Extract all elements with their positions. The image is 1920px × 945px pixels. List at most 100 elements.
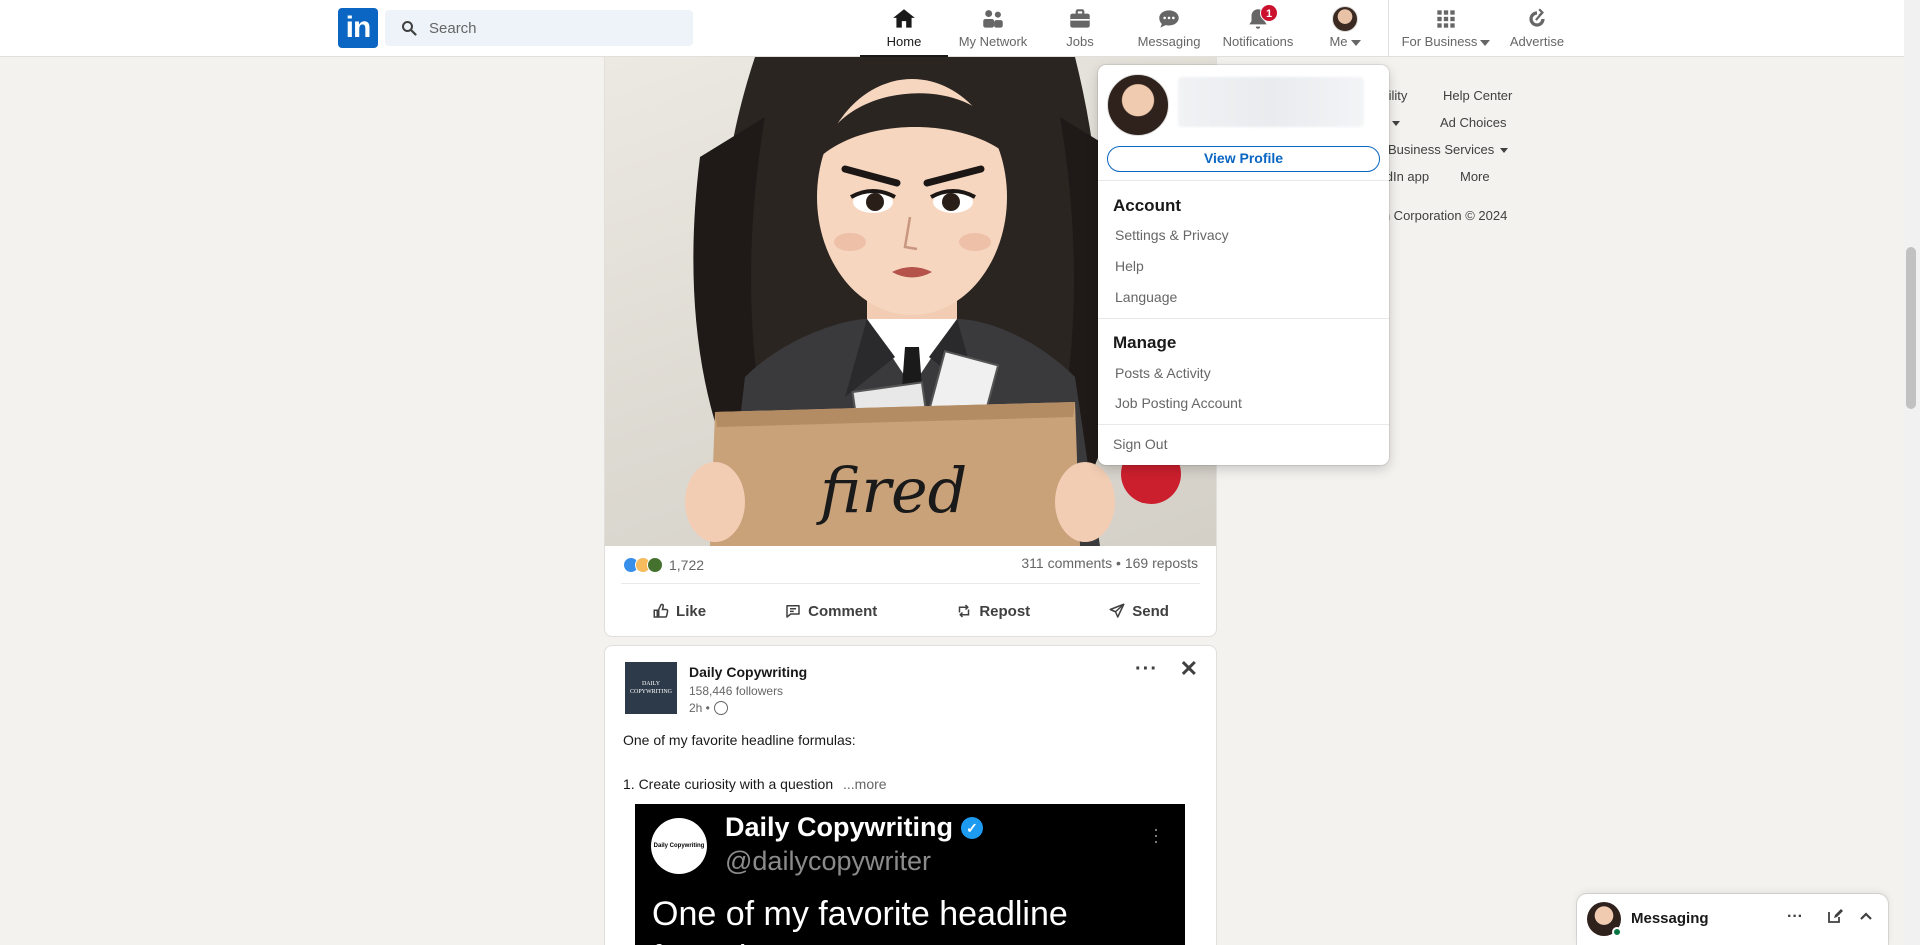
feed-post-card: DAILY COPYWRITING Daily Copywriting 158,… <box>604 645 1217 945</box>
nav-notifications-label: Notifications <box>1222 34 1294 49</box>
post-timestamp: 2h • <box>689 701 710 715</box>
tweet-name: Daily Copywriting <box>725 812 954 842</box>
divider <box>621 583 1200 584</box>
nav-advertise[interactable]: Advertise <box>1502 6 1572 57</box>
post-actions: Like Comment Repost Send <box>613 589 1208 633</box>
comment-button[interactable]: Comment <box>772 589 889 633</box>
close-icon[interactable]: ✕ <box>1180 656 1198 682</box>
divider <box>1098 180 1389 181</box>
more-options-button[interactable]: ··· <box>1135 658 1158 681</box>
page-scrollbar-thumb[interactable] <box>1906 247 1916 409</box>
nav-jobs-label: Jobs <box>1066 34 1094 49</box>
nav-for-business[interactable]: For Business <box>1396 6 1496 57</box>
post-time: 2h • <box>689 701 728 715</box>
account-heading: Account <box>1113 196 1181 215</box>
chevron-down-icon <box>1480 39 1491 46</box>
post-author[interactable]: Daily Copywriting <box>689 664 807 680</box>
reaction-count[interactable]: 1,722 <box>669 557 704 573</box>
settings-privacy-link[interactable]: Settings & Privacy <box>1115 227 1229 243</box>
footer-link-business-services-label: Business Services <box>1388 142 1495 157</box>
online-status-icon <box>1612 927 1622 937</box>
redacted-profile-info <box>1178 77 1364 127</box>
tweet-avatar: Daily Copywriting <box>651 818 707 874</box>
manage-heading: Manage <box>1113 333 1177 352</box>
language-link[interactable]: Language <box>1115 289 1177 305</box>
comment-repost-counts[interactable]: 311 comments • 169 reposts <box>1021 555 1198 571</box>
post-text: One of my favorite headline formulas: <box>623 732 856 748</box>
chevron-down-icon <box>1350 39 1361 46</box>
compose-icon[interactable] <box>1827 908 1843 929</box>
divider <box>1098 318 1389 319</box>
search-box[interactable] <box>385 10 693 46</box>
nav-divider <box>1388 0 1389 57</box>
job-posting-account-link[interactable]: Job Posting Account <box>1115 395 1242 411</box>
nav-messaging-label: Messaging <box>1137 34 1201 49</box>
chevron-up-icon[interactable] <box>1858 908 1874 929</box>
repost-label: Repost <box>979 602 1031 620</box>
messaging-dock[interactable]: Messaging ··· <box>1577 894 1888 945</box>
advertise-icon <box>1529 8 1545 27</box>
nav-jobs[interactable]: Jobs <box>1040 6 1120 57</box>
send-label: Send <box>1132 602 1169 620</box>
grid-icon <box>1437 10 1455 28</box>
nav-home[interactable]: Home <box>860 6 948 57</box>
post-text-line: 1. Create curiosity with a question <box>623 776 834 792</box>
nav-me[interactable]: Me <box>1310 6 1380 57</box>
briefcase-icon <box>1070 9 1090 28</box>
avatar <box>1332 6 1358 32</box>
nav-advertise-label: Advertise <box>1509 34 1565 49</box>
send-button[interactable]: Send <box>1096 589 1181 633</box>
footer-link-ad-choices[interactable]: Ad Choices <box>1440 115 1506 130</box>
top-nav: in Home My Network Jobs Messaging 1 Noti… <box>0 0 1904 57</box>
box-label-text: fired <box>816 454 967 527</box>
tweet-handle: @dailycopywriter <box>725 846 931 876</box>
see-more-link[interactable]: ...more <box>843 776 887 792</box>
linkedin-logo[interactable]: in <box>338 8 378 48</box>
notification-badge: 1 <box>1260 4 1279 22</box>
search-input[interactable] <box>429 10 679 46</box>
verified-badge-icon: ✓ <box>961 816 984 839</box>
nav-messaging[interactable]: Messaging <box>1124 6 1214 57</box>
repost-icon <box>959 604 970 618</box>
search-icon <box>402 21 417 36</box>
nav-me-label: Me <box>1329 34 1348 49</box>
more-options-icon[interactable]: ··· <box>1787 908 1803 926</box>
nav-my-network-label: My Network <box>958 34 1028 49</box>
chevron-down-icon <box>1391 121 1400 127</box>
profile-avatar[interactable] <box>1107 74 1169 136</box>
page-scrollbar[interactable] <box>1904 0 1920 945</box>
footer-link-business-services[interactable]: Business Services <box>1388 142 1509 157</box>
repost-button[interactable]: Repost <box>943 589 1042 633</box>
like-button[interactable]: Like <box>640 589 718 633</box>
send-icon <box>1109 603 1125 618</box>
reactions-summary[interactable]: 1,722 <box>623 555 704 575</box>
view-profile-button[interactable]: View Profile <box>1107 146 1380 172</box>
like-label: Like <box>676 602 707 620</box>
company-logo[interactable]: DAILY COPYWRITING <box>625 662 677 714</box>
nav-for-business-label: For Business <box>1401 34 1478 49</box>
globe-icon <box>713 701 728 715</box>
copyright-text: dIn Corporation © 2024 <box>1372 208 1508 223</box>
nav-home-label: Home <box>886 34 922 49</box>
nav-notifications[interactable]: 1 Notifications <box>1216 4 1300 57</box>
posts-activity-link[interactable]: Posts & Activity <box>1115 365 1211 381</box>
chevron-down-icon <box>1500 148 1509 154</box>
me-dropdown-menu: View Profile Account Settings & Privacy … <box>1098 65 1389 465</box>
chat-icon <box>1159 10 1179 28</box>
tweet-body: One of my favorite headline formula... <box>652 895 1068 945</box>
footer-link-help-center[interactable]: Help Center <box>1443 88 1512 103</box>
vertical-dots-icon: · · · <box>1153 819 1159 851</box>
thumbs-up-icon <box>653 603 669 618</box>
comment-icon <box>786 605 800 618</box>
network-icon <box>983 10 1003 28</box>
support-reaction-icon <box>647 557 663 573</box>
footer-link-more[interactable]: More <box>1460 169 1490 184</box>
home-icon <box>893 9 915 28</box>
tweet-image[interactable]: Daily Copywriting Daily Copywriting ✓ @d… <box>635 804 1185 945</box>
help-link[interactable]: Help <box>1115 258 1144 274</box>
follower-count: 158,446 followers <box>689 684 784 698</box>
divider <box>1098 424 1389 425</box>
nav-my-network[interactable]: My Network <box>948 6 1038 57</box>
messaging-title[interactable]: Messaging <box>1631 910 1709 927</box>
sign-out-link[interactable]: Sign Out <box>1113 436 1167 452</box>
